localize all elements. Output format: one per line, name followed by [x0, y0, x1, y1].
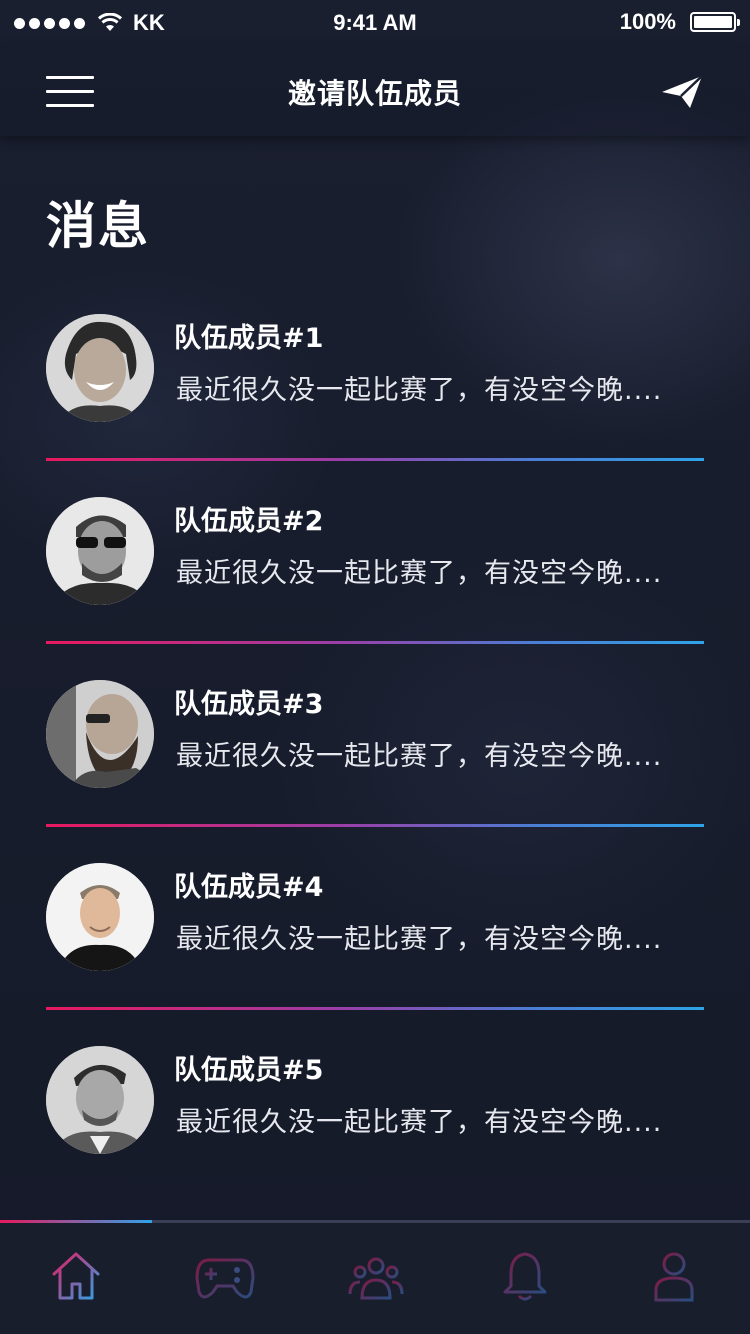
message-item[interactable]: 队伍成员#2 最近很久没一起比赛了，有没空今晚.... — [46, 493, 704, 676]
message-preview: 最近很久没一起比赛了，有没空今晚.... — [176, 1107, 663, 1138]
gradient-divider — [46, 641, 704, 644]
gradient-divider — [46, 458, 704, 461]
home-icon[interactable] — [46, 1248, 106, 1304]
avatar[interactable] — [46, 497, 154, 605]
message-preview: 最近很久没一起比赛了，有没空今晚.... — [176, 741, 663, 772]
message-item[interactable]: 队伍成员#3 最近很久没一起比赛了，有没空今晚.... — [46, 676, 704, 859]
member-name: 队伍成员#2 — [174, 506, 324, 537]
nav-bar: 邀请队伍成员 — [0, 44, 750, 136]
member-name: 队伍成员#1 — [174, 323, 324, 354]
member-name: 队伍成员#4 — [174, 872, 324, 903]
gradient-divider — [46, 824, 704, 827]
member-name: 队伍成员#5 — [174, 1055, 324, 1086]
team-icon[interactable] — [346, 1248, 406, 1304]
status-bar: KK 9:41 AM 100% — [0, 0, 750, 44]
user-icon[interactable] — [644, 1248, 704, 1304]
paper-plane-icon[interactable] — [660, 74, 704, 110]
message-item[interactable]: 队伍成员#1 最近很久没一起比赛了，有没空今晚.... — [46, 310, 704, 493]
tab-bar — [0, 1220, 750, 1334]
message-list: 队伍成员#1 最近很久没一起比赛了，有没空今晚.... 队伍成员#2 最近很久没… — [46, 310, 704, 1225]
avatar[interactable] — [46, 1046, 154, 1154]
message-item[interactable]: 队伍成员#4 最近很久没一起比赛了，有没空今晚.... — [46, 859, 704, 1042]
message-preview: 最近很久没一起比赛了，有没空今晚.... — [176, 375, 663, 406]
page-title: 消息 — [46, 197, 150, 255]
gradient-divider — [46, 1007, 704, 1010]
message-preview: 最近很久没一起比赛了，有没空今晚.... — [176, 924, 663, 955]
active-tab-indicator — [0, 1220, 152, 1223]
member-name: 队伍成员#3 — [174, 689, 324, 720]
avatar[interactable] — [46, 863, 154, 971]
message-item[interactable]: 队伍成员#5 最近很久没一起比赛了，有没空今晚.... — [46, 1042, 704, 1225]
battery-percent: 100% — [619, 9, 676, 34]
avatar[interactable] — [46, 314, 154, 422]
bell-icon[interactable] — [495, 1248, 555, 1304]
gamepad-icon[interactable] — [195, 1248, 255, 1304]
battery-icon — [690, 12, 740, 32]
avatar[interactable] — [46, 680, 154, 788]
page-header-title: 邀请队伍成员 — [287, 77, 462, 110]
status-right: 100% — [619, 9, 740, 35]
message-preview: 最近很久没一起比赛了，有没空今晚.... — [176, 558, 663, 589]
